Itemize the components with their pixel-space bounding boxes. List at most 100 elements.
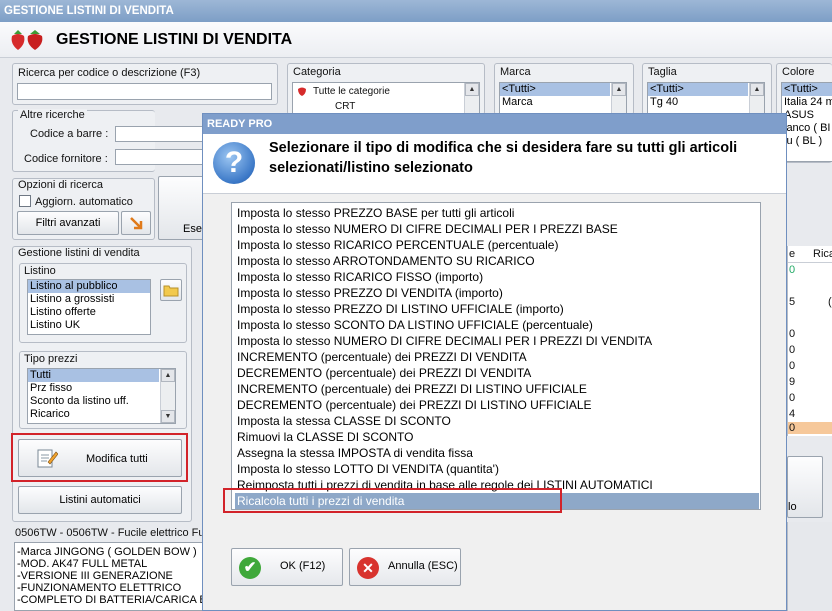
modify-option[interactable]: Imposta lo stesso PREZZO DI VENDITA (imp… xyxy=(235,285,759,301)
pricelist-listbox[interactable]: Listino al pubblico Listino a grossisti … xyxy=(27,279,151,335)
brand-item[interactable]: Marca xyxy=(500,96,626,109)
dialog-titlebar: READY PRO xyxy=(203,114,786,134)
scroll-up-icon[interactable]: ▲ xyxy=(750,83,764,96)
search-options-group: Opzioni di ricerca Aggiorn. automatico F… xyxy=(12,178,155,240)
supplier-code-input[interactable] xyxy=(115,149,205,165)
folder-icon xyxy=(163,285,179,297)
color-listbox[interactable]: <Tutti> Italia 24 m ASUS ianco ( BI lu (… xyxy=(781,82,832,162)
pricelist-item[interactable]: Listino a grossisti xyxy=(28,293,150,306)
list-label: Listino xyxy=(24,265,56,277)
modify-type-dialog: READY PRO ? Selezionare il tipo di modif… xyxy=(202,113,787,611)
strawberry-icon xyxy=(298,87,306,96)
check-icon: ✔ xyxy=(239,557,261,579)
category-tree[interactable]: Tutte le categorie CRT ▲ xyxy=(292,82,480,114)
price-type-subgroup: Tipo prezzi Tutti Prz fisso Sconto da li… xyxy=(19,351,187,429)
folder-button[interactable] xyxy=(160,279,182,301)
selected-option-highlight xyxy=(223,488,562,513)
modify-option[interactable]: DECREMENTO (percentuale) dei PREZZI DI V… xyxy=(235,365,759,381)
supplier-code-label: Codice fornitore : xyxy=(24,153,108,165)
size-item[interactable]: <Tutti> xyxy=(648,83,748,96)
grid-cell: 5 xyxy=(789,296,796,308)
brand-listbox[interactable]: <Tutti> Marca ▲ xyxy=(499,82,627,114)
modify-option[interactable]: Imposta lo stesso RICARICO PERCENTUALE (… xyxy=(235,237,759,253)
article-description[interactable]: -Marca JINGONG ( GOLDEN BOW ) -MOD. AK47… xyxy=(14,542,220,611)
article-line: -MOD. AK47 FULL METAL xyxy=(17,558,148,570)
color-item[interactable]: <Tutti> xyxy=(782,83,832,96)
brand-group: Marca <Tutti> Marca ▲ xyxy=(494,63,634,115)
grid-cell: 0 xyxy=(789,360,796,372)
modify-option[interactable]: Rimuovi la CLASSE DI SCONTO xyxy=(235,429,759,445)
price-type-listbox[interactable]: Tutti Prz fisso Sconto da listino uff. R… xyxy=(27,368,176,424)
color-item[interactable]: ASUS xyxy=(782,109,832,122)
side-panel xyxy=(787,522,832,611)
brand-item[interactable]: <Tutti> xyxy=(500,83,610,96)
modify-option[interactable]: Imposta lo stesso RICARICO FISSO (import… xyxy=(235,269,759,285)
other-searches-group: Altre ricerche Codice a barre : Codice f… xyxy=(12,109,205,172)
size-item[interactable]: Tg 40 xyxy=(648,96,764,109)
barcode-label: Codice a barre : xyxy=(30,128,109,140)
color-item[interactable]: lu ( BL ) xyxy=(782,135,832,148)
grid-cell: 0 xyxy=(789,392,796,404)
size-scrollbar[interactable]: ▲ xyxy=(749,83,764,113)
advanced-filters-button[interactable]: Filtri avanzati xyxy=(17,211,119,235)
barcode-input[interactable] xyxy=(115,126,205,142)
arrow-down-right-icon xyxy=(130,217,143,230)
modify-option[interactable]: Imposta lo stesso SCONTO DA LISTINO UFFI… xyxy=(235,317,759,333)
size-label: Taglia xyxy=(648,66,677,78)
ok-button[interactable]: ✔ OK (F12) xyxy=(231,548,343,586)
price-type-item[interactable]: Sconto da listino uff. xyxy=(28,395,175,408)
modify-options-list[interactable]: Imposta lo stesso PREZZO BASE per tutti … xyxy=(231,202,761,510)
scroll-up-icon[interactable]: ▲ xyxy=(465,83,479,96)
auto-lists-button[interactable]: Listini automatici xyxy=(18,486,182,514)
price-type-item[interactable]: Prz fisso xyxy=(28,382,175,395)
price-type-item[interactable]: Ricarico xyxy=(28,408,175,421)
list-subgroup: Listino Listino al pubblico Listino a gr… xyxy=(19,263,187,343)
modify-option[interactable]: Imposta lo stesso NUMERO DI CIFRE DECIMA… xyxy=(235,333,759,349)
modify-option[interactable]: INCREMENTO (percentuale) dei PREZZI DI V… xyxy=(235,349,759,365)
cancel-button[interactable]: ✕ Annulla (ESC) xyxy=(349,548,461,586)
modify-option[interactable]: INCREMENTO (percentuale) dei PREZZI DI L… xyxy=(235,381,759,397)
grid-cell: 9 xyxy=(789,376,796,388)
advanced-filters-label: Filtri avanzati xyxy=(35,217,101,229)
brand-scrollbar[interactable]: ▲ xyxy=(611,83,626,113)
scroll-down-icon[interactable]: ▼ xyxy=(161,410,175,423)
pricelist-item[interactable]: Listino offerte xyxy=(28,306,150,319)
search-label: Ricerca per codice o descrizione (F3) xyxy=(18,67,201,79)
scroll-up-icon[interactable]: ▲ xyxy=(612,83,626,96)
color-label: Colore xyxy=(782,66,815,78)
modify-option[interactable]: Imposta lo stesso PREZZO BASE per tutti … xyxy=(235,205,759,221)
article-line: -VERSIONE III GENERAZIONE xyxy=(17,570,173,582)
pricelist-item[interactable]: Listino UK xyxy=(28,319,150,332)
category-scrollbar[interactable]: ▲ xyxy=(464,83,479,113)
ok-label: OK (F12) xyxy=(280,560,326,572)
modify-option[interactable]: Imposta lo stesso PREZZO DI LISTINO UFFI… xyxy=(235,301,759,317)
auto-update-checkbox[interactable] xyxy=(19,195,31,207)
modify-all-button[interactable]: Modifica tutti xyxy=(18,439,182,477)
modify-option[interactable]: Imposta la stessa CLASSE DI SCONTO xyxy=(235,413,759,429)
price-type-item[interactable]: Tutti xyxy=(28,369,159,382)
question-icon: ? xyxy=(213,142,255,184)
other-searches-label: Altre ricerche xyxy=(18,109,87,121)
filter-arrow-button[interactable] xyxy=(121,211,151,235)
grid-cell: ( xyxy=(828,296,832,308)
edit-note-icon xyxy=(37,449,58,468)
color-item[interactable]: Italia 24 m xyxy=(782,96,832,109)
side-action-button[interactable]: lo xyxy=(787,456,823,518)
scroll-up-icon[interactable]: ▲ xyxy=(161,369,175,382)
article-title: 0506TW - 0506TW - Fucile elettrico Fu xyxy=(15,527,205,539)
size-listbox[interactable]: <Tutti> Tg 40 ▲ xyxy=(647,82,765,114)
grid-cell: 4 xyxy=(789,408,796,420)
pricelist-item[interactable]: Listino al pubblico xyxy=(28,280,150,293)
category-item[interactable]: CRT xyxy=(335,101,355,112)
modify-option[interactable]: Assegna la stessa IMPOSTA di vendita fis… xyxy=(235,445,759,461)
strawberry-logo-icon xyxy=(8,28,48,52)
category-item[interactable]: Tutte le categorie xyxy=(313,86,390,97)
color-item[interactable]: ianco ( BI xyxy=(782,122,832,135)
modify-option[interactable]: Imposta lo stesso NUMERO DI CIFRE DECIMA… xyxy=(235,221,759,237)
price-type-scrollbar[interactable]: ▲ ▼ xyxy=(160,369,175,423)
execute-search-button[interactable]: Ese xyxy=(158,176,208,240)
modify-option[interactable]: Imposta lo stesso ARROTONDAMENTO SU RICA… xyxy=(235,253,759,269)
modify-option[interactable]: DECREMENTO (percentuale) dei PREZZI DI L… xyxy=(235,397,759,413)
modify-option[interactable]: Imposta lo stesso LOTTO DI VENDITA (quan… xyxy=(235,461,759,477)
search-input[interactable] xyxy=(17,83,272,100)
